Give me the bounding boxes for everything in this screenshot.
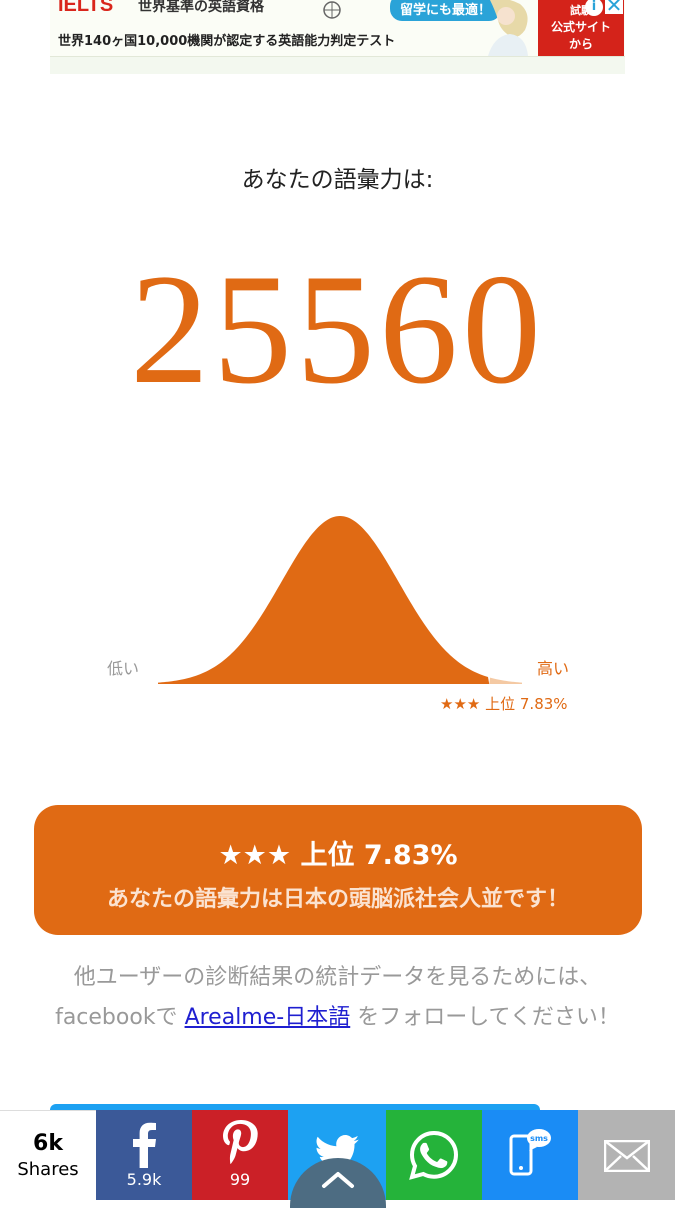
bell-curve-fill xyxy=(158,516,490,684)
ad-brand-logo: IELTS xyxy=(58,0,114,16)
ad-person-illustration xyxy=(488,0,528,56)
sms-icon: sms xyxy=(509,1129,551,1176)
share-total-count: 6k xyxy=(33,1131,63,1156)
share-total: 6k Shares xyxy=(0,1110,96,1200)
facebook-icon xyxy=(133,1122,156,1168)
sms-share-button[interactable]: sms xyxy=(482,1110,578,1200)
share-total-label: Shares xyxy=(17,1159,79,1180)
pinterest-share-button[interactable]: 99 xyxy=(192,1110,288,1200)
follow-text-after: をフォローしてください！ xyxy=(357,1005,620,1030)
ad-content[interactable]: IELTS 世界基準の英語資格 留学にも最適！ 世界140ヶ国10,000機関が… xyxy=(50,0,625,57)
close-icon[interactable]: ✕ xyxy=(605,0,623,15)
result-banner: ★★★ 上位 7.83% あなたの語彙力は日本の頭脳派社会人並です！ xyxy=(34,805,642,935)
ad-description: 世界140ヶ国10,000機関が認定する英語能力判定テスト xyxy=(58,34,396,49)
follow-text: 他ユーザーの診断結果の統計データを見るためには、facebookで Arealm… xyxy=(30,958,645,1038)
rank-indicator: ★★★ 上位 7.83% xyxy=(440,695,568,713)
email-share-button[interactable] xyxy=(578,1110,675,1200)
facebook-share-button[interactable]: 5.9k xyxy=(96,1110,192,1200)
pinterest-icon xyxy=(223,1120,258,1164)
facebook-share-count: 5.9k xyxy=(126,1170,162,1189)
ad-cta-line2: 公式サイト xyxy=(550,20,611,34)
high-label: 高い xyxy=(537,659,570,678)
ad-tagline: 世界基準の英語資格 xyxy=(138,0,264,15)
globe-icon xyxy=(323,1,341,19)
svg-text:sms: sms xyxy=(530,1134,548,1143)
ad-cta-line3: から xyxy=(568,37,593,51)
chevron-up-icon xyxy=(322,1172,354,1188)
whatsapp-share-button[interactable] xyxy=(386,1110,482,1200)
facebook-page-link[interactable]: Arealme-日本語 xyxy=(185,1005,351,1030)
low-label: 低い xyxy=(107,659,140,678)
whatsapp-icon xyxy=(409,1130,459,1180)
envelope-icon xyxy=(603,1140,650,1172)
result-label: あなたの語彙力は: xyxy=(241,167,434,193)
bell-curve-tail xyxy=(489,677,522,684)
pinterest-share-count: 99 xyxy=(229,1170,251,1189)
distribution-curve xyxy=(158,516,522,684)
banner-message: あなたの語彙力は日本の頭脳派社会人並です！ xyxy=(106,887,569,912)
ad-banner[interactable]: IELTS 世界基準の英語資格 留学にも最適！ 世界140ヶ国10,000機関が… xyxy=(50,0,625,74)
vocabulary-score: 25560 xyxy=(130,242,545,417)
banner-rank: ★★★ 上位 7.83% xyxy=(218,840,458,871)
